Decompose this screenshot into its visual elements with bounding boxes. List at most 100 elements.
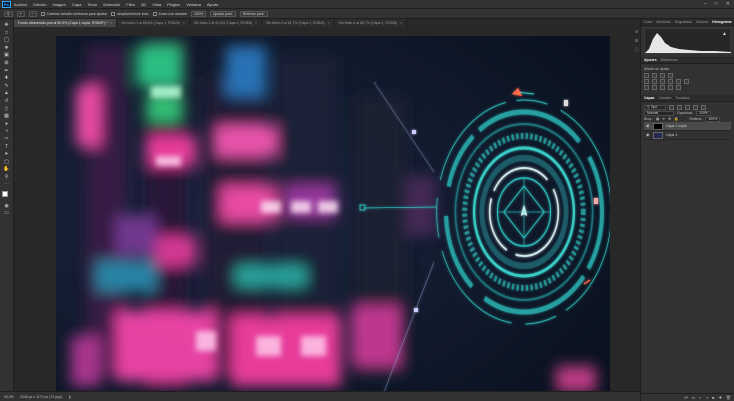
path-select-tool-icon[interactable]: ➤ xyxy=(3,151,11,157)
lock-paint-icon[interactable]: ✒ xyxy=(662,117,665,121)
tab-paths[interactable]: Trazados xyxy=(675,96,689,100)
adjustment-filter-icon[interactable] xyxy=(677,104,682,110)
levels-adjustment-icon[interactable] xyxy=(652,72,657,78)
layer-name[interactable]: Capa 1 xyxy=(666,133,677,137)
rectangle-tool-icon[interactable]: ▢ xyxy=(3,159,11,165)
tab-adjustments[interactable]: Ajustes xyxy=(644,58,657,62)
clone-stamp-tool-icon[interactable]: ▲ xyxy=(3,90,11,96)
tab-patterns[interactable]: Motivos xyxy=(696,20,708,24)
menu-edicion[interactable]: Edición xyxy=(33,2,46,7)
move-tool-icon[interactable]: ✥ xyxy=(3,22,11,28)
gradient-map-adjustment-icon[interactable] xyxy=(668,84,673,90)
vibrance-adjustment-icon[interactable] xyxy=(644,78,649,84)
color-swatches[interactable] xyxy=(1,191,12,201)
new-group-icon[interactable]: ■ xyxy=(712,395,714,400)
screen-mode-icon[interactable]: ▭ xyxy=(3,210,11,216)
zoom-all-checkbox[interactable]: Ampliar/reducir todo xyxy=(111,11,149,16)
quick-select-tool-icon[interactable]: ❖ xyxy=(3,45,11,51)
tab-color[interactable]: Color xyxy=(644,20,652,24)
more-tools-icon[interactable]: ⋯ xyxy=(3,181,11,187)
eraser-tool-icon[interactable]: ▯ xyxy=(3,106,11,112)
brightness-adjustment-icon[interactable] xyxy=(644,72,649,78)
brush-tool-icon[interactable]: ✎ xyxy=(3,83,11,89)
zoom-tool-preset-icon[interactable]: ⚲ xyxy=(4,10,13,17)
crop-tool-icon[interactable]: ▣ xyxy=(3,52,11,58)
tab-channels[interactable]: Canales xyxy=(659,96,672,100)
type-tool-icon[interactable]: T xyxy=(3,144,11,150)
opacity-input[interactable]: 100% xyxy=(695,110,711,116)
pen-tool-icon[interactable]: ✑ xyxy=(3,136,11,142)
tab-document-3[interactable]: Sin título-2 al 42,6% (Capa 1, RGB/8) × xyxy=(189,19,263,27)
quick-mask-icon[interactable]: ◉ xyxy=(3,203,11,209)
layer-row-capa-1-copia[interactable]: ◉ Capa 1 copia xyxy=(644,122,731,131)
fit-screen-button[interactable]: Ajustar pant. xyxy=(210,10,236,17)
healing-brush-tool-icon[interactable]: ✚ xyxy=(3,75,11,81)
close-tab-icon[interactable]: × xyxy=(328,21,330,25)
zoom-in-icon[interactable]: + xyxy=(16,10,25,17)
exposure-adjustment-icon[interactable] xyxy=(668,72,673,78)
minimize-icon[interactable]: – xyxy=(704,1,707,7)
hue-saturation-adjustment-icon[interactable] xyxy=(652,78,657,84)
dodge-tool-icon[interactable]: ◑ xyxy=(3,128,11,134)
menu-ayuda[interactable]: Ayuda xyxy=(207,2,218,7)
posterize-adjustment-icon[interactable] xyxy=(652,84,657,90)
selective-color-adjustment-icon[interactable] xyxy=(676,84,681,90)
close-tab-icon[interactable]: × xyxy=(400,21,402,25)
menu-3d[interactable]: 3D xyxy=(141,2,146,7)
menu-filtro[interactable]: Filtro xyxy=(126,2,135,7)
new-layer-icon[interactable]: ✚ xyxy=(719,395,722,400)
layer-kind-select[interactable]: ⚲ Tipo xyxy=(644,104,666,110)
shape-filter-icon[interactable] xyxy=(693,104,698,110)
zoom-100-button[interactable]: 100% xyxy=(191,10,207,17)
close-tab-icon[interactable]: × xyxy=(183,21,185,25)
lock-all-icon[interactable]: 🔒 xyxy=(674,117,678,121)
menu-plugins[interactable]: Plugins xyxy=(167,2,180,7)
resize-windows-checkbox[interactable]: Cambiar tamaño ventanas para ajustar xyxy=(40,11,107,16)
menu-texto[interactable]: Texto xyxy=(87,2,97,7)
new-adjustment-layer-icon[interactable]: ◑ xyxy=(706,395,708,400)
menu-ventana[interactable]: Ventana xyxy=(186,2,201,7)
hand-tool-icon[interactable]: ✋ xyxy=(3,166,11,172)
zoom-level[interactable]: 50,9% xyxy=(4,395,14,399)
tab-histogram[interactable]: Histograma xyxy=(712,20,731,24)
lasso-tool-icon[interactable]: ◯ xyxy=(3,37,11,43)
tab-layers[interactable]: Capas xyxy=(644,96,655,100)
curves-adjustment-icon[interactable] xyxy=(660,72,665,78)
visibility-eye-icon[interactable]: ◉ xyxy=(646,124,650,128)
document-canvas[interactable] xyxy=(56,36,610,392)
tab-document-2[interactable]: Sin título-1 al 66,6% (Capa 1, RGB/8) × xyxy=(117,19,190,27)
menu-capa[interactable]: Capa xyxy=(72,2,82,7)
smart-object-filter-icon[interactable] xyxy=(701,104,706,110)
status-arrow-icon[interactable]: ❯ xyxy=(68,395,71,399)
invert-adjustment-icon[interactable] xyxy=(644,84,649,90)
delete-layer-icon[interactable]: 🗑 xyxy=(726,395,731,400)
link-layers-icon[interactable]: ☍ xyxy=(684,395,688,400)
tab-document-1[interactable]: Fondo difuminado.psd al 50,9% (Capa 1 co… xyxy=(14,19,118,27)
layer-name[interactable]: Capa 1 copia xyxy=(666,124,687,128)
type-filter-icon[interactable] xyxy=(685,104,690,110)
maximize-icon[interactable]: □ xyxy=(715,1,718,7)
visibility-eye-icon[interactable]: ◉ xyxy=(646,133,650,137)
blend-mode-select[interactable]: Normal xyxy=(644,110,674,116)
warning-icon[interactable]: ▲ xyxy=(722,31,727,37)
close-tab-icon[interactable]: × xyxy=(110,21,112,25)
close-icon[interactable]: ✕ xyxy=(726,1,730,7)
pixel-filter-icon[interactable] xyxy=(669,104,674,110)
info-panel-icon[interactable]: ⓘ xyxy=(635,47,639,53)
menu-seleccion[interactable]: Selección xyxy=(103,2,120,7)
photo-filter-adjustment-icon[interactable] xyxy=(676,78,681,84)
layer-row-capa-1[interactable]: ◉ Capa 1 xyxy=(644,131,731,140)
channel-mixer-adjustment-icon[interactable] xyxy=(684,78,689,84)
tab-swatches[interactable]: Muestras xyxy=(656,20,670,24)
gradient-tool-icon[interactable]: ▩ xyxy=(3,113,11,119)
fill-screen-button[interactable]: Rellenar pant. xyxy=(239,10,268,17)
close-tab-icon[interactable]: × xyxy=(255,21,257,25)
eyedropper-tool-icon[interactable]: ✒ xyxy=(3,68,11,74)
tab-document-4[interactable]: Sin título-3 al 54,7% (Capa 1, RGB/8) × xyxy=(262,19,335,27)
tab-document-5[interactable]: Sin título-4 al 66,7% (Capa 1, RGB/8) × xyxy=(334,19,408,27)
history-panel-icon[interactable]: ↺ xyxy=(635,29,638,34)
menu-imagen[interactable]: Imagen xyxy=(52,2,65,7)
black-white-adjustment-icon[interactable] xyxy=(668,78,673,84)
canvas-workspace[interactable] xyxy=(14,27,640,392)
fill-input[interactable]: 100% xyxy=(705,116,721,122)
